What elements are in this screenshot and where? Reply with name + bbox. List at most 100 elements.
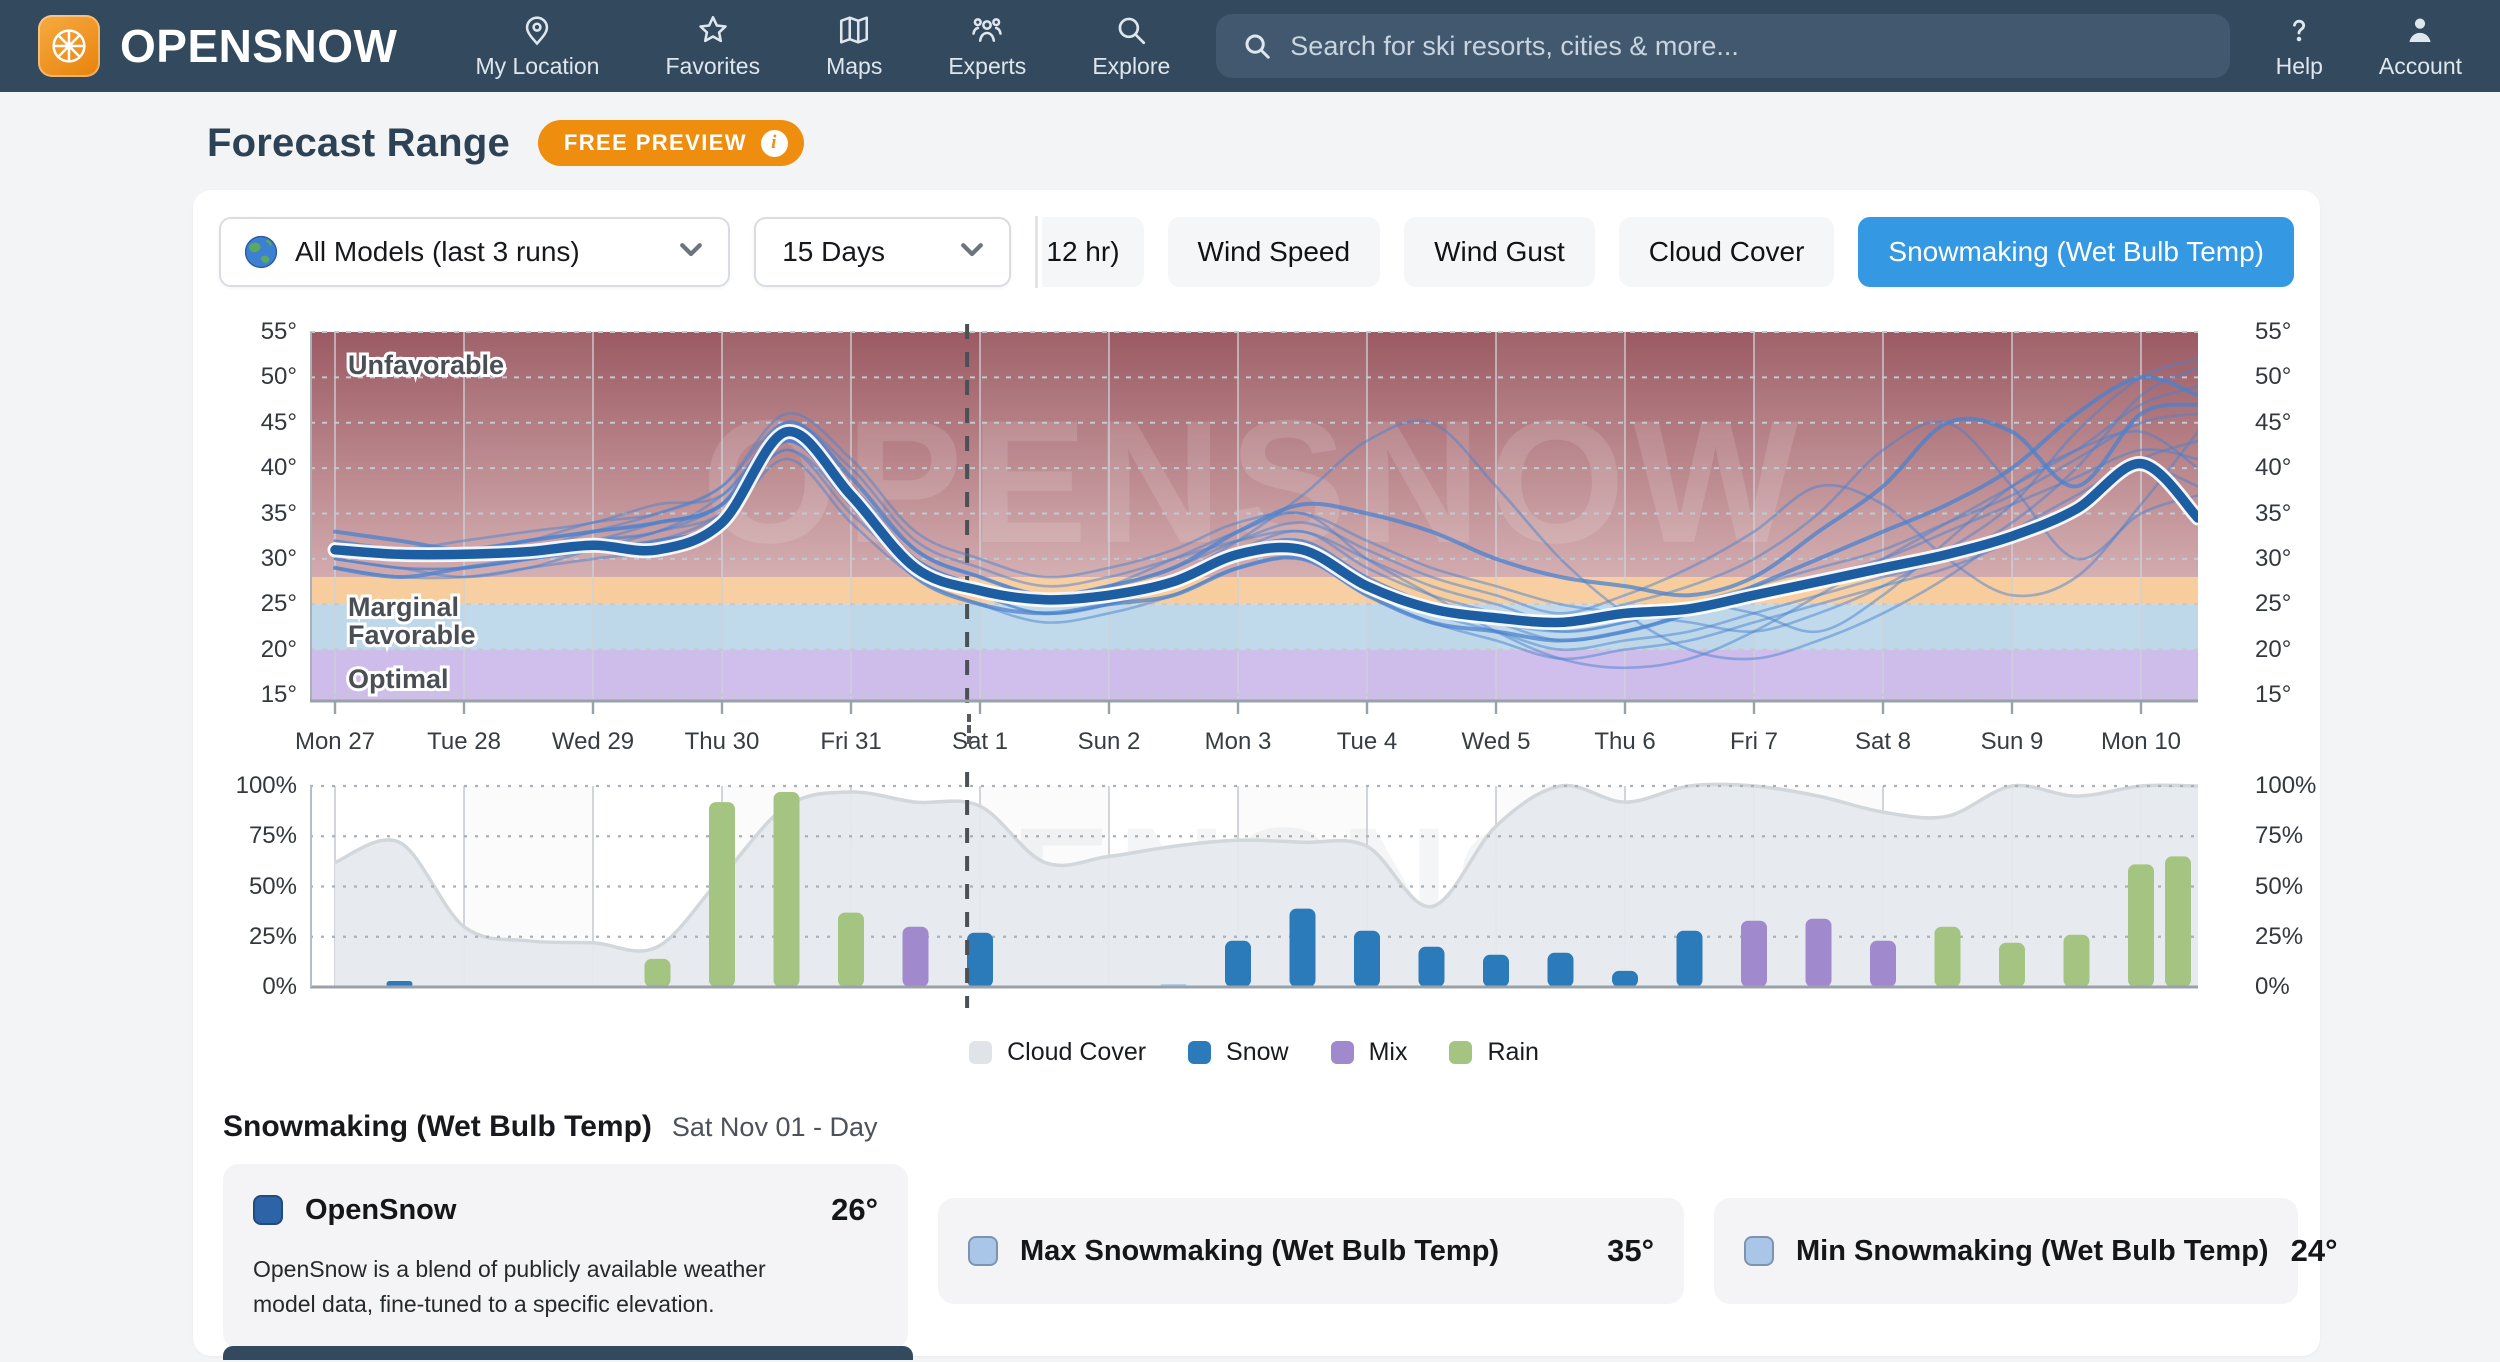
detail-card-description: OpenSnow is a blend of publicly availabl…: [253, 1252, 833, 1321]
zone-label: Marginal: [348, 592, 459, 622]
nav-item-label: Favorites: [665, 53, 760, 80]
precip-bar-rain: [838, 913, 864, 987]
temp-axis-label: 35°: [199, 500, 297, 528]
nav-item-maps[interactable]: Maps: [826, 12, 882, 80]
metric-button-wind-gust[interactable]: Wind Gust: [1404, 217, 1595, 287]
date-label: Wed 29: [552, 728, 634, 756]
temp-axis-label: 55°: [2255, 318, 2353, 346]
page-title-row: Forecast Range FREE PREVIEW i: [207, 120, 2500, 166]
search-input[interactable]: [1290, 31, 2203, 62]
nav-item-label: Help: [2276, 53, 2323, 80]
date-label: Tue 4: [1337, 728, 1397, 756]
precip-chart-plot[interactable]: OPENSNOW: [310, 772, 2198, 1012]
legend-item-mix[interactable]: Mix: [1331, 1038, 1408, 1067]
free-preview-badge[interactable]: FREE PREVIEW i: [538, 120, 804, 166]
model-select-value: All Models (last 3 runs): [295, 236, 580, 268]
model-select[interactable]: All Models (last 3 runs): [219, 217, 730, 287]
days-select[interactable]: 15 Days: [754, 217, 1011, 287]
date-label: Thu 30: [685, 728, 760, 756]
date-label: Mon 3: [1205, 728, 1272, 756]
forecast-range-card: All Models (last 3 runs) 15 Days 12 hr) …: [193, 190, 2320, 1356]
legend-item-cloud-cover[interactable]: Cloud Cover: [969, 1038, 1146, 1067]
now-line: [967, 714, 971, 744]
toolbar-divider: [1035, 216, 1038, 288]
precip-bar-rain: [2064, 935, 2090, 987]
precip-bar-mix: [903, 927, 929, 987]
metric-button-snowmaking-wet-bulb-temp[interactable]: Snowmaking (Wet Bulb Temp): [1858, 217, 2294, 287]
nav-item-label: Maps: [826, 53, 882, 80]
nav-item-label: Explore: [1092, 53, 1170, 80]
legend-swatch: [1449, 1041, 1472, 1064]
zone-label: Favorable: [348, 620, 476, 650]
opensnow-logo-icon[interactable]: [38, 15, 100, 77]
percent-axis-label: 25%: [199, 923, 297, 951]
metric-buttons: Wind Speed Wind Gust Cloud Cover Snowmaking…: [1168, 217, 2294, 287]
nav-item-help[interactable]: Help: [2276, 12, 2323, 80]
precip-bar-snow: [967, 933, 993, 987]
legend-item-snow[interactable]: Snow: [1188, 1038, 1289, 1067]
temp-axis-label: 20°: [2255, 636, 2353, 664]
precip-bar-mix: [1806, 919, 1832, 987]
temp-axis-label: 40°: [199, 454, 297, 482]
precip-bar-snow: [1612, 971, 1638, 987]
nav-item-label: Experts: [948, 53, 1026, 80]
nav-item-label: Account: [2379, 53, 2462, 80]
question-icon: [2282, 12, 2316, 48]
top-nav: OPENSNOW My Location Favorites Maps Expe…: [0, 0, 2500, 92]
temp-axis-label: 55°: [199, 318, 297, 346]
series-swatch: [968, 1236, 998, 1266]
info-icon[interactable]: i: [761, 130, 788, 157]
zone-label: Optimal: [348, 664, 449, 694]
experts-icon: [970, 12, 1004, 48]
legend-swatch: [969, 1041, 992, 1064]
detail-card-label: OpenSnow: [305, 1194, 456, 1227]
precip-bar-snow: [1419, 947, 1445, 987]
search-bar[interactable]: [1216, 14, 2229, 78]
date-label: Fri 31: [820, 728, 881, 756]
metric-button-cloud-cover[interactable]: Cloud Cover: [1619, 217, 1835, 287]
star-icon: [696, 12, 730, 48]
percent-axis-label: 50%: [2255, 873, 2353, 901]
legend-label: Mix: [1369, 1038, 1408, 1067]
legend-swatch: [1188, 1041, 1211, 1064]
brand-name[interactable]: OPENSNOW: [120, 19, 397, 73]
legend-label: Snow: [1226, 1038, 1289, 1067]
detail-card-opensnow[interactable]: OpenSnow 26° OpenSnow is a blend of publ…: [223, 1164, 908, 1349]
detail-card-max-snowmaking-wet-bulb-temp[interactable]: Max Snowmaking (Wet Bulb Temp) 35°: [938, 1198, 1684, 1304]
legend-label: Rain: [1487, 1038, 1538, 1067]
precip-bar-snow: [1548, 953, 1574, 987]
legend-item-rain[interactable]: Rain: [1449, 1038, 1538, 1067]
detail-card-value: 24°: [2291, 1233, 2338, 1269]
precip-bar-snow: [1483, 955, 1509, 987]
percent-axis-label: 75%: [2255, 822, 2353, 850]
percent-axis-label: 100%: [2255, 772, 2353, 800]
nav-item-favorites[interactable]: Favorites: [665, 12, 760, 80]
precip-interval-button[interactable]: 12 hr): [1042, 217, 1143, 287]
filter-toolbar: All Models (last 3 runs) 15 Days 12 hr) …: [219, 216, 2294, 288]
metric-button-wind-speed[interactable]: Wind Speed: [1168, 217, 1381, 287]
zone-label: Unfavorable: [348, 350, 504, 380]
detail-section-header: Snowmaking (Wet Bulb Temp) Sat Nov 01 - …: [223, 1110, 878, 1144]
detail-subheading: Sat Nov 01 - Day: [672, 1112, 878, 1143]
detail-card-min-snowmaking-wet-bulb-temp[interactable]: Min Snowmaking (Wet Bulb Temp) 24°: [1714, 1198, 2298, 1304]
detail-card-label: Min Snowmaking (Wet Bulb Temp): [1796, 1235, 2269, 1268]
search-icon: [1242, 31, 1272, 61]
detail-card-value: 26°: [831, 1192, 878, 1228]
percent-axis-label: 75%: [199, 822, 297, 850]
date-label: Tue 28: [427, 728, 501, 756]
magnifier-icon: [1114, 12, 1148, 48]
nav-item-explore[interactable]: Explore: [1092, 12, 1170, 80]
date-label: Sat 1: [952, 728, 1008, 756]
date-label: Thu 6: [1594, 728, 1655, 756]
temp-axis-label: 35°: [2255, 500, 2353, 528]
temp-axis-label: 30°: [199, 545, 297, 573]
nav-item-my-location[interactable]: My Location: [475, 12, 599, 80]
nav-item-account[interactable]: Account: [2379, 12, 2462, 80]
date-label: Mon 10: [2101, 728, 2181, 756]
temp-axis-label: 20°: [199, 636, 297, 664]
temp-axis-label: 50°: [199, 363, 297, 391]
legend-swatch: [1331, 1041, 1354, 1064]
percent-axis-label: 25%: [2255, 923, 2353, 951]
temperature-chart-plot[interactable]: OPENSNOWUnfavorableMarginalFavorableOpti…: [310, 324, 2198, 716]
nav-item-experts[interactable]: Experts: [948, 12, 1026, 80]
